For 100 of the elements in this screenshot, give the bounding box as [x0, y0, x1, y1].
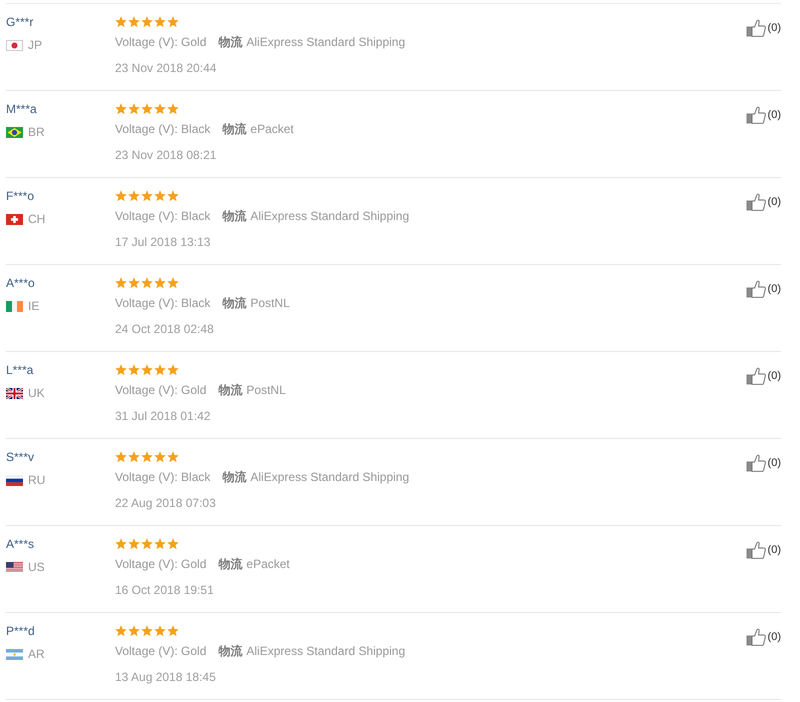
thumbs-up-icon	[746, 628, 766, 646]
country-code: CH	[28, 211, 46, 227]
like-button[interactable]: (0)	[746, 19, 781, 37]
like-button[interactable]: (0)	[746, 628, 781, 646]
star-icon	[141, 451, 153, 463]
reviewer-name: S***v	[6, 449, 34, 465]
star-icon	[167, 16, 179, 28]
voltage-option: Voltage (V): Gold	[115, 556, 206, 572]
reviewer-name: A***s	[6, 536, 34, 552]
star-icon	[128, 103, 140, 115]
voltage-option: Voltage (V): Black	[115, 208, 210, 224]
review-date: 23 Nov 2018 08:21	[115, 147, 216, 163]
shipping-label: 物流	[218, 556, 242, 572]
star-icon	[141, 538, 153, 550]
star-icon	[128, 277, 140, 289]
voltage-option: Voltage (V): Gold	[115, 34, 206, 50]
shipping-label: 物流	[222, 469, 246, 485]
shipping-label: 物流	[222, 295, 246, 311]
star-icon	[115, 277, 127, 289]
review-date: 13 Aug 2018 18:45	[115, 669, 216, 685]
japan-flag-icon	[6, 40, 23, 50]
star-icon	[128, 625, 140, 637]
shipping-method: PostNL	[246, 382, 286, 398]
brazil-flag-icon	[6, 126, 23, 138]
voltage-option: Voltage (V): Black	[115, 121, 210, 137]
reviewer-name: P***d	[6, 623, 35, 639]
thumbs-up-icon	[746, 454, 766, 472]
argentina-flag-icon	[6, 648, 23, 660]
star-icon	[167, 538, 179, 550]
swiss-flag-icon	[6, 214, 23, 224]
shipping-label: 物流	[218, 382, 242, 398]
star-icon	[141, 103, 153, 115]
star-icon	[154, 451, 166, 463]
country-code: BR	[28, 124, 45, 140]
star-icon	[115, 103, 127, 115]
voltage-option: Voltage (V): Gold	[115, 382, 206, 398]
shipping-method: ePacket	[246, 556, 290, 572]
like-button[interactable]: (0)	[746, 367, 781, 385]
star-icon	[115, 625, 127, 637]
shipping-label: 物流	[218, 643, 242, 659]
reviewer-name: A***o	[6, 275, 35, 291]
review-date: 24 Oct 2018 02:48	[115, 321, 214, 337]
shipping-label: 物流	[222, 121, 246, 137]
reviewer-name: F***o	[6, 188, 34, 204]
voltage-option: Voltage (V): Black	[115, 469, 210, 485]
reviewer-name: M***a	[6, 101, 37, 117]
country-code: AR	[28, 646, 45, 662]
star-icon	[128, 190, 140, 202]
like-button[interactable]: (0)	[746, 280, 781, 298]
thumbs-up-icon	[746, 541, 766, 559]
usa-flag-icon	[6, 562, 23, 572]
star-icon	[154, 364, 166, 376]
shipping-method: PostNL	[250, 295, 290, 311]
star-icon	[154, 190, 166, 202]
voltage-option: Voltage (V): Black	[115, 295, 210, 311]
star-icon	[115, 16, 127, 28]
star-icon	[167, 190, 179, 202]
russia-flag-icon	[6, 474, 23, 486]
star-icon	[154, 16, 166, 28]
shipping-method: ePacket	[250, 121, 294, 137]
star-icon	[128, 364, 140, 376]
uk-flag-icon	[6, 388, 23, 398]
star-icon	[154, 103, 166, 115]
star-icon	[115, 364, 127, 376]
like-button[interactable]: (0)	[746, 454, 781, 472]
thumbs-up-icon	[746, 106, 766, 124]
shipping-method: AliExpress Standard Shipping	[250, 469, 410, 485]
star-icon	[141, 364, 153, 376]
country-code: JP	[28, 37, 42, 53]
star-icon	[115, 538, 127, 550]
shipping-method: AliExpress Standard Shipping	[246, 34, 406, 50]
star-icon	[141, 625, 153, 637]
star-icon	[167, 625, 179, 637]
star-icon	[115, 451, 127, 463]
star-icon	[141, 16, 153, 28]
review-date: 22 Aug 2018 07:03	[115, 495, 216, 511]
star-icon	[154, 625, 166, 637]
country-code: RU	[28, 472, 46, 488]
reviewer-name: G***r	[6, 14, 34, 30]
star-icon	[154, 538, 166, 550]
voltage-option: Voltage (V): Gold	[115, 643, 206, 659]
star-icon	[141, 277, 153, 289]
star-icon	[128, 16, 140, 28]
country-code: UK	[28, 385, 45, 401]
reviewer-name: L***a	[6, 362, 34, 378]
thumbs-up-icon	[746, 280, 766, 298]
thumbs-up-icon	[746, 19, 766, 37]
star-icon	[167, 451, 179, 463]
star-icon	[167, 364, 179, 376]
star-icon	[141, 190, 153, 202]
like-button[interactable]: (0)	[746, 193, 781, 211]
shipping-label: 物流	[222, 208, 246, 224]
review-date: 16 Oct 2018 19:51	[115, 582, 214, 598]
country-code: IE	[28, 298, 40, 314]
star-icon	[128, 538, 140, 550]
star-icon	[167, 103, 179, 115]
like-button[interactable]: (0)	[746, 106, 781, 124]
country-code: US	[28, 559, 45, 575]
shipping-method: AliExpress Standard Shipping	[246, 643, 406, 659]
like-button[interactable]: (0)	[746, 541, 781, 559]
